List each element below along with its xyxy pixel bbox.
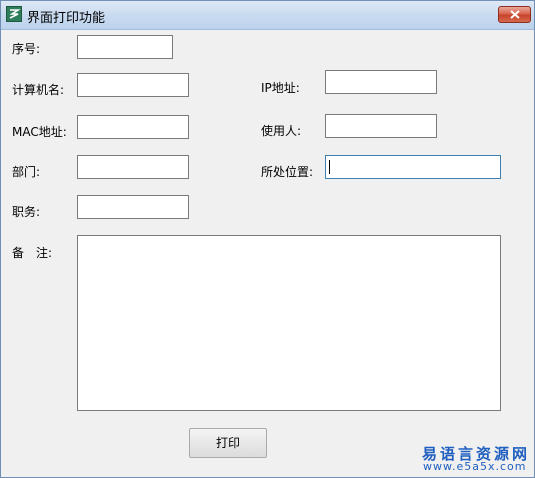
watermark-url: www.e5a5x.com — [423, 460, 527, 473]
location-label: 所处位置: — [261, 165, 314, 179]
location-input[interactable] — [325, 155, 501, 179]
app-logo-icon — [6, 6, 22, 22]
text-caret — [329, 160, 330, 174]
user-input[interactable] — [325, 114, 437, 138]
position-input[interactable] — [77, 195, 189, 219]
computer-name-label: 计算机名: — [12, 83, 65, 97]
app-window: 界面打印功能 序号: 计算机名: IP地址: MAC地址: 使用人: 部门: 所… — [0, 0, 535, 478]
ip-address-label: IP地址: — [261, 81, 300, 95]
mac-address-input[interactable] — [77, 115, 189, 139]
serial-no-label: 序号: — [12, 42, 41, 56]
mac-address-label: MAC地址: — [12, 125, 67, 139]
ip-address-input[interactable] — [325, 70, 437, 94]
close-icon — [510, 10, 520, 19]
remarks-textarea[interactable] — [77, 235, 501, 411]
title-bar[interactable]: 界面打印功能 — [1, 1, 534, 30]
department-input[interactable] — [77, 155, 189, 179]
computer-name-input[interactable] — [77, 73, 189, 97]
serial-no-input[interactable] — [77, 35, 173, 59]
department-label: 部门: — [12, 165, 41, 179]
close-button[interactable] — [498, 6, 531, 23]
position-label: 职务: — [12, 205, 41, 219]
print-button[interactable]: 打印 — [189, 428, 267, 458]
remarks-label: 备 注: — [12, 246, 53, 260]
window-title: 界面打印功能 — [27, 11, 106, 26]
user-label: 使用人: — [261, 124, 302, 138]
